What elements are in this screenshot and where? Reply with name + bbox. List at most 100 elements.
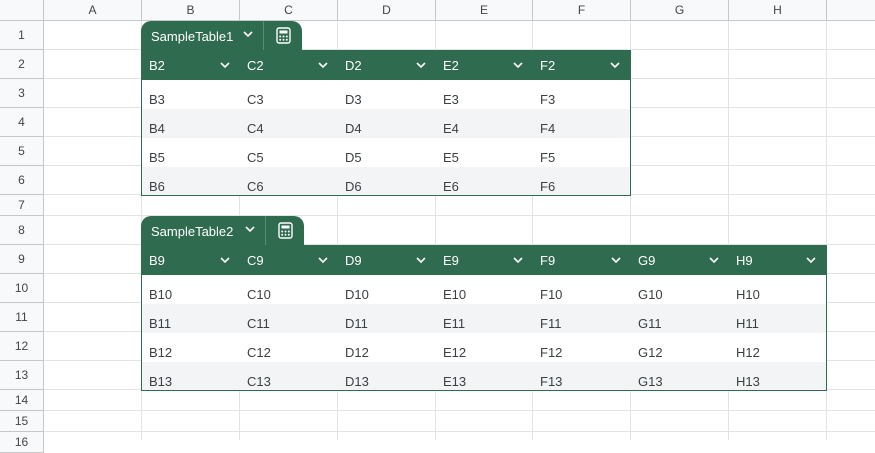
chevron-down-icon[interactable] bbox=[316, 58, 330, 72]
table-cell[interactable]: B13 bbox=[142, 374, 172, 389]
table2-header-cell[interactable]: H9 bbox=[729, 246, 826, 275]
table1-header-cell[interactable]: F2 bbox=[533, 51, 630, 80]
table-cell[interactable]: C11 bbox=[240, 316, 270, 331]
table2[interactable]: B9 C9 D9 E9 F9 G9 H9 B10 C10 D10 E10 F10… bbox=[141, 245, 827, 391]
table-cell[interactable]: D12 bbox=[338, 345, 369, 360]
table-cell[interactable]: E10 bbox=[436, 287, 466, 302]
chevron-down-icon[interactable] bbox=[511, 253, 525, 267]
row-header[interactable]: 13 bbox=[0, 361, 44, 390]
table-cell[interactable]: C10 bbox=[240, 287, 271, 302]
table-cell[interactable]: D10 bbox=[338, 287, 369, 302]
row-header[interactable]: 15 bbox=[0, 411, 44, 432]
chevron-down-icon[interactable] bbox=[609, 253, 623, 267]
table2-header-cell[interactable]: F9 bbox=[533, 246, 631, 275]
table-cell[interactable]: F3 bbox=[533, 92, 555, 107]
table-cell[interactable]: D5 bbox=[338, 150, 362, 165]
table-cell[interactable]: C6 bbox=[240, 179, 264, 194]
table-cell[interactable]: C5 bbox=[240, 150, 264, 165]
table-cell[interactable]: B11 bbox=[142, 316, 171, 331]
table-cell[interactable]: F11 bbox=[533, 316, 561, 331]
table2-header-cell[interactable]: B9 bbox=[142, 246, 240, 275]
table-cell[interactable]: B3 bbox=[142, 92, 165, 107]
chevron-down-icon[interactable] bbox=[707, 253, 721, 267]
chevron-down-icon[interactable] bbox=[511, 58, 525, 72]
chevron-down-icon[interactable] bbox=[414, 253, 428, 267]
table-cell[interactable]: D3 bbox=[338, 92, 362, 107]
chevron-down-icon[interactable] bbox=[218, 253, 232, 267]
calculator-icon[interactable] bbox=[277, 222, 294, 239]
table-cell[interactable]: D11 bbox=[338, 316, 368, 331]
table-cell[interactable]: D4 bbox=[338, 121, 362, 136]
chevron-down-icon[interactable] bbox=[316, 253, 330, 267]
table-cell[interactable]: B12 bbox=[142, 345, 172, 360]
row-header[interactable]: 12 bbox=[0, 332, 44, 361]
table-cell[interactable]: C12 bbox=[240, 345, 271, 360]
table-cell[interactable]: E11 bbox=[436, 316, 465, 331]
table-cell[interactable]: E4 bbox=[436, 121, 459, 136]
table-cell[interactable]: F5 bbox=[533, 150, 555, 165]
column-header-e[interactable]: E bbox=[436, 0, 533, 21]
row-header[interactable]: 6 bbox=[0, 166, 44, 195]
table1-header-cell[interactable]: E2 bbox=[436, 51, 533, 80]
table1-header-cell[interactable]: C2 bbox=[240, 51, 338, 80]
table-cell[interactable]: F4 bbox=[533, 121, 555, 136]
table2-header-cell[interactable]: E9 bbox=[436, 246, 533, 275]
table-cell[interactable]: C13 bbox=[240, 374, 271, 389]
row-header[interactable]: 16 bbox=[0, 432, 44, 453]
table-cell[interactable]: B6 bbox=[142, 179, 165, 194]
table-cell[interactable]: H11 bbox=[729, 316, 759, 331]
chevron-down-icon[interactable] bbox=[243, 222, 257, 236]
table-cell[interactable]: E12 bbox=[436, 345, 466, 360]
table-cell[interactable]: F13 bbox=[533, 374, 562, 389]
column-header-f[interactable]: F bbox=[533, 0, 631, 21]
table2-header-cell[interactable]: D9 bbox=[338, 246, 436, 275]
table-cell[interactable]: C3 bbox=[240, 92, 264, 107]
table-cell[interactable]: B10 bbox=[142, 287, 172, 302]
table-cell[interactable]: E6 bbox=[436, 179, 459, 194]
table-cell[interactable]: H13 bbox=[729, 374, 760, 389]
table1[interactable]: B2 C2 D2 E2 F2 B3 C3 D3 E3 F3 B4 C4 D4 E… bbox=[141, 50, 631, 196]
table-cell[interactable]: D6 bbox=[338, 179, 362, 194]
column-header-a[interactable]: A bbox=[44, 0, 142, 21]
row-header[interactable]: 7 bbox=[0, 195, 44, 216]
row-header[interactable]: 14 bbox=[0, 390, 44, 411]
table-cell[interactable]: G12 bbox=[631, 345, 663, 360]
row-header[interactable]: 11 bbox=[0, 303, 44, 332]
calculator-icon[interactable] bbox=[275, 27, 292, 44]
table2-name-tab[interactable]: SampleTable2 bbox=[141, 216, 304, 245]
table-cell[interactable]: E13 bbox=[436, 374, 466, 389]
table-cell[interactable]: H10 bbox=[729, 287, 760, 302]
table-cell[interactable]: H12 bbox=[729, 345, 760, 360]
chevron-down-icon[interactable] bbox=[804, 253, 818, 267]
row-header[interactable]: 4 bbox=[0, 108, 44, 137]
table-cell[interactable]: D13 bbox=[338, 374, 369, 389]
table1-header-cell[interactable]: B2 bbox=[142, 51, 240, 80]
table-cell[interactable]: E5 bbox=[436, 150, 459, 165]
column-header-h[interactable]: H bbox=[729, 0, 827, 21]
row-header[interactable]: 3 bbox=[0, 79, 44, 108]
row-header[interactable]: 10 bbox=[0, 274, 44, 303]
chevron-down-icon[interactable] bbox=[414, 58, 428, 72]
table-cell[interactable]: G11 bbox=[631, 316, 662, 331]
column-header-next[interactable] bbox=[827, 0, 875, 21]
table1-header-cell[interactable]: D2 bbox=[338, 51, 436, 80]
table-cell[interactable]: C4 bbox=[240, 121, 264, 136]
select-all-corner[interactable] bbox=[0, 0, 44, 21]
column-header-d[interactable]: D bbox=[338, 0, 436, 21]
row-header[interactable]: 5 bbox=[0, 137, 44, 166]
row-header[interactable]: 1 bbox=[0, 21, 44, 50]
chevron-down-icon[interactable] bbox=[241, 27, 255, 41]
row-header[interactable]: 2 bbox=[0, 50, 44, 79]
table-cell[interactable]: G13 bbox=[631, 374, 663, 389]
table-cell[interactable]: B4 bbox=[142, 121, 165, 136]
table2-header-cell[interactable]: C9 bbox=[240, 246, 338, 275]
column-header-c[interactable]: C bbox=[240, 0, 338, 21]
spreadsheet-grid[interactable]: A B C D E F G H 1 2 3 4 5 6 7 8 9 10 11 … bbox=[0, 0, 875, 453]
table-cell[interactable]: F12 bbox=[533, 345, 562, 360]
table2-header-cell[interactable]: G9 bbox=[631, 246, 729, 275]
table1-name-tab[interactable]: SampleTable1 bbox=[141, 21, 302, 50]
table-cell[interactable]: B5 bbox=[142, 150, 165, 165]
row-header[interactable]: 8 bbox=[0, 216, 44, 245]
row-header[interactable]: 9 bbox=[0, 245, 44, 274]
table-cell[interactable]: G10 bbox=[631, 287, 663, 302]
